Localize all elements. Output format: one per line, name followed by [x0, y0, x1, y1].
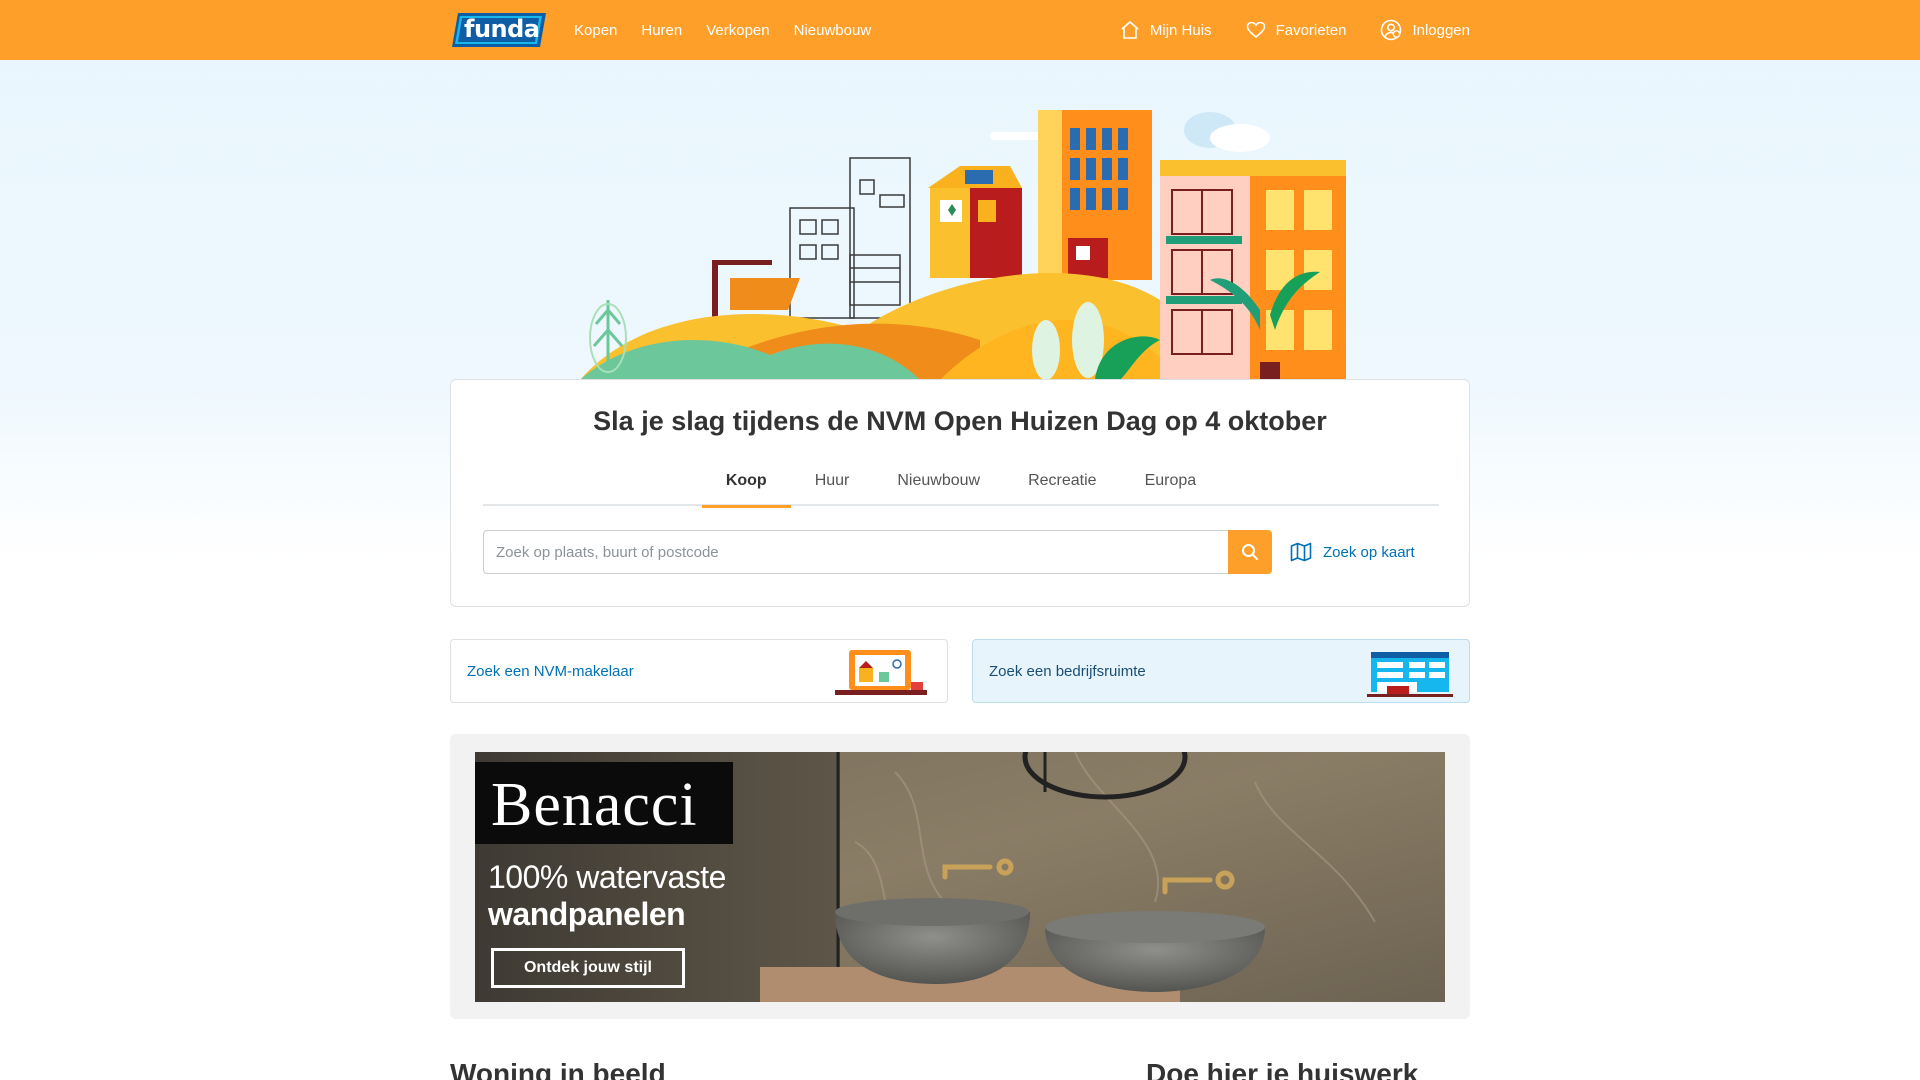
- home-icon: [1121, 21, 1139, 39]
- search-icon: [1242, 544, 1258, 560]
- ad-brand-name: Benacci: [491, 771, 698, 839]
- nav-kopen[interactable]: Kopen: [574, 22, 617, 39]
- search-button[interactable]: [1228, 530, 1272, 574]
- top-navigation-bar: funda Kopen Huren Verkopen Nieuwbouw Mij…: [0, 0, 1920, 60]
- tab-recreatie[interactable]: Recreatie: [1004, 456, 1120, 506]
- search-card: Sla je slag tijdens de NVM Open Huizen D…: [450, 379, 1470, 607]
- section-heading-huiswerk: Doe hier je huiswerk: [1146, 1058, 1419, 1080]
- search-tabs: Koop Huur Nieuwbouw Recreatie Europa: [483, 456, 1439, 508]
- search-row: Zoek op kaart: [483, 530, 1415, 574]
- nav-huren[interactable]: Huren: [641, 22, 682, 39]
- benacci-ad-banner[interactable]: Benacci 100% watervaste wandpanelen Ontd…: [475, 752, 1445, 1002]
- main-nav: Kopen Huren Verkopen Nieuwbouw: [574, 22, 895, 39]
- zoek-op-kaart-label: Zoek op kaart: [1323, 543, 1415, 561]
- ad-headline-line1: 100% watervaste: [488, 859, 726, 895]
- inloggen-label: Inloggen: [1412, 21, 1470, 39]
- ad-cta-button[interactable]: Ontdek jouw stijl: [491, 948, 685, 988]
- favorieten-label: Favorieten: [1275, 21, 1347, 39]
- tab-europa[interactable]: Europa: [1121, 456, 1221, 506]
- bedrijfsruimte-tile[interactable]: Zoek een bedrijfsruimte: [972, 639, 1470, 703]
- tab-koop[interactable]: Koop: [701, 456, 791, 508]
- account-nav: Mijn Huis Favorieten Inloggen: [1086, 19, 1470, 41]
- inloggen-link[interactable]: Inloggen: [1380, 19, 1470, 41]
- user-icon: [1381, 19, 1402, 41]
- favorieten-link[interactable]: Favorieten: [1246, 20, 1347, 40]
- page-title: Sla je slag tijdens de NVM Open Huizen D…: [593, 406, 1327, 436]
- mijn-huis-label: Mijn Huis: [1149, 21, 1212, 39]
- search-input[interactable]: [483, 530, 1228, 574]
- laptop-illustration-icon: [835, 650, 927, 695]
- mijn-huis-link[interactable]: Mijn Huis: [1120, 20, 1212, 40]
- ad-brand-box: Benacci: [475, 762, 733, 844]
- map-icon: [1290, 542, 1312, 562]
- nav-nieuwbouw[interactable]: Nieuwbouw: [794, 22, 872, 39]
- heart-icon: [1246, 21, 1265, 39]
- tab-huur[interactable]: Huur: [791, 456, 874, 506]
- bedrijfsruimte-label: Zoek een bedrijfsruimte: [989, 662, 1146, 680]
- tab-nieuwbouw[interactable]: Nieuwbouw: [873, 456, 1004, 506]
- top-navigation-inner: funda Kopen Huren Verkopen Nieuwbouw Mij…: [450, 0, 1470, 60]
- logo-text: funda: [464, 15, 540, 43]
- hero-city-illustration: [580, 110, 1346, 380]
- office-building-illustration-icon: [1367, 652, 1453, 697]
- nvm-makelaar-tile[interactable]: Zoek een NVM-makelaar: [450, 639, 948, 703]
- nav-verkopen[interactable]: Verkopen: [706, 22, 769, 39]
- advertisement-container: Benacci 100% watervaste wandpanelen Ontd…: [450, 734, 1470, 1019]
- ad-headline-line2: wandpanelen: [488, 896, 686, 932]
- section-heading-woning-in-beeld: Woning in beeld: [450, 1058, 666, 1080]
- zoek-op-kaart-link[interactable]: Zoek op kaart: [1290, 542, 1415, 562]
- nvm-makelaar-label: Zoek een NVM-makelaar: [467, 662, 634, 680]
- funda-logo[interactable]: funda: [450, 11, 548, 49]
